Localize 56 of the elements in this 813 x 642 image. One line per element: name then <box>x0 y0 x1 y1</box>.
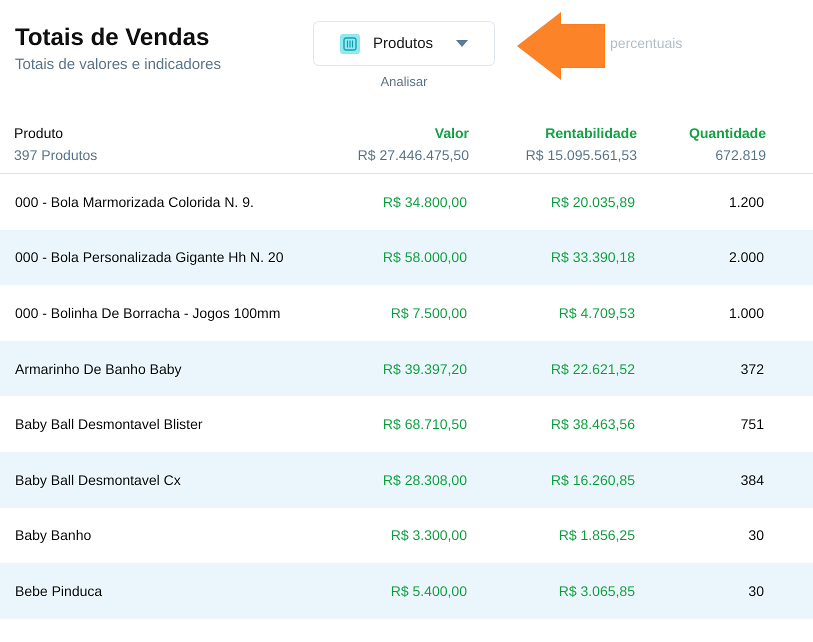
column-header: Quantidade <box>688 125 766 141</box>
table-cell-text: R$ 5.400,00 <box>390 582 467 599</box>
table-cell-text: R$ 28.308,00 <box>382 472 467 488</box>
table-row[interactable]: 000 - Bola Marmorizada Colorida N. 9. R$ 34.800,00 R$ 20.035,89 1.200 <box>0 174 813 230</box>
page-subtitle: Totais de valores e indicadores <box>15 56 222 73</box>
column-total: 397 Produtos <box>14 147 98 163</box>
table-cell-text: R$ 4.709,53 <box>558 304 635 321</box>
table-cell-text: Baby Ball Desmontavel Blister <box>14 416 204 432</box>
table-cell-text: 30 <box>747 527 764 544</box>
analysis-dropdown[interactable]: Produtos <box>313 21 495 66</box>
arrow-icon <box>517 12 605 80</box>
table-cell-text: 000 - Bola Marmorizada Colorida N. 9. <box>14 194 255 210</box>
table-row[interactable]: Baby Ball Desmontavel Blister R$ 68.710,50 R$ 38.463,56 751 <box>0 396 813 452</box>
table-cell-text: 1.200 <box>728 194 764 210</box>
table-cell-text: R$ 3.065,85 <box>558 582 635 599</box>
table-cell-text: Baby Banho <box>14 527 92 544</box>
table-cell-text: 384 <box>740 472 764 488</box>
column-total: 672.819 <box>715 147 766 163</box>
table-cell-text: 1.000 <box>728 304 764 321</box>
table-cell-text: R$ 7.500,00 <box>390 304 467 321</box>
table-cell-text: Bebe Pinduca <box>14 582 104 599</box>
table-row[interactable]: Bebe Pinduca R$ 5.400,00 R$ 3.065,85 30 <box>0 563 813 619</box>
table-cell-text: R$ 33.390,18 <box>550 249 635 266</box>
table-cell-text: Baby Ball Desmontavel Cx <box>14 472 182 488</box>
table-cell-text: R$ 20.035,89 <box>550 194 635 210</box>
table-cell-text: R$ 16.260,85 <box>550 472 635 488</box>
barcode-box-icon <box>340 34 360 54</box>
column-header: Produto <box>14 125 64 141</box>
table-cell-text: R$ 34.800,00 <box>382 194 467 210</box>
column-header: Valor <box>434 125 469 141</box>
table-row[interactable]: Armarinho De Banho Baby R$ 39.397,20 R$ 22.621,52 372 <box>0 340 813 396</box>
table-row[interactable]: Baby Banho R$ 3.300,00 R$ 1.856,25 30 <box>0 508 813 564</box>
table-cell-text: R$ 3.300,00 <box>390 527 467 544</box>
table-row[interactable]: 000 - Bola Personalizada Gigante Hh N. 20 R$ 58.000,00 R$ 33.390,18 2.000 <box>0 230 813 286</box>
table-cell-text: R$ 39.397,20 <box>382 360 467 377</box>
dropdown-caption: Analisar <box>380 74 428 89</box>
hint-text: percentuais <box>610 35 682 51</box>
page-title: Totais de Vendas <box>15 24 210 52</box>
column-total: R$ 27.446.475,50 <box>358 147 469 163</box>
table-cell-text: 000 - Bola Personalizada Gigante Hh N. 20 <box>14 249 284 266</box>
table-row[interactable]: Baby Ball Desmontavel Cx R$ 28.308,00 R$ 16.260,85 384 <box>0 452 813 508</box>
column-header: Rentabilidade <box>545 125 637 141</box>
table-cell-text: 751 <box>740 416 764 432</box>
table-row[interactable]: 000 - Bolinha De Borracha - Jogos 100mm R$ 7.500,00 R$ 4.709,53 1.000 <box>0 285 813 341</box>
caret-icon <box>456 40 468 47</box>
table-cell-text: 2.000 <box>728 249 764 266</box>
table-cell-text: R$ 1.856,25 <box>558 527 635 544</box>
table-cell-text: Armarinho De Banho Baby <box>14 360 183 377</box>
table-cell-text: R$ 22.621,52 <box>550 360 635 377</box>
table-cell-text: R$ 38.463,56 <box>550 416 635 432</box>
table-cell-text: 372 <box>740 360 764 377</box>
table-cell-text: 30 <box>747 582 764 599</box>
column-total: R$ 15.095.561,53 <box>526 147 637 163</box>
table-cell-text: R$ 68.710,50 <box>382 416 467 432</box>
table-cell-text: R$ 58.000,00 <box>382 249 467 266</box>
table-cell-text: 000 - Bolinha De Borracha - Jogos 100mm <box>14 304 282 321</box>
